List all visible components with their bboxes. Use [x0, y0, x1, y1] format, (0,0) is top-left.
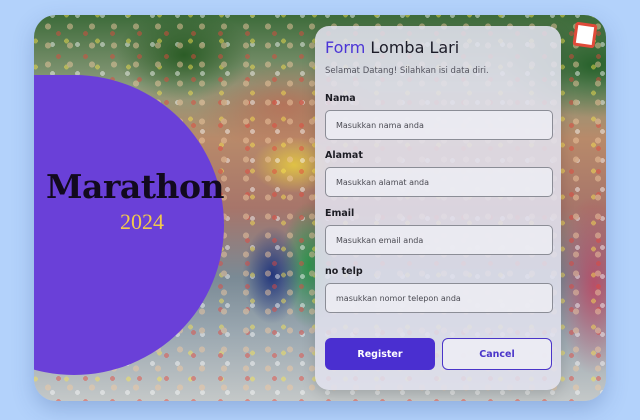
- register-button[interactable]: Register: [325, 338, 435, 370]
- brand-year: 2024: [120, 209, 164, 234]
- marathon-card: Marathon 2024 Form Lomba Lari Selamat Da…: [34, 15, 606, 401]
- form-title-rest: Lomba Lari: [370, 38, 460, 57]
- name-label: Nama: [325, 93, 356, 104]
- email-label: Email: [325, 208, 355, 219]
- phone-label: no telp: [325, 266, 363, 277]
- form-title: Form Lomba Lari: [325, 38, 551, 58]
- address-input[interactable]: [325, 167, 553, 197]
- phone-input[interactable]: [325, 283, 553, 313]
- address-field-group: Alamat: [325, 150, 553, 197]
- cancel-button[interactable]: Cancel: [442, 338, 552, 370]
- road-sign-icon: [572, 21, 598, 49]
- registration-form: Form Lomba Lari Selamat Datang! Silahkan…: [315, 26, 561, 390]
- form-title-accent: Form: [325, 38, 366, 57]
- email-field-group: Email: [325, 208, 553, 255]
- brand-title: Marathon: [46, 167, 224, 206]
- email-input[interactable]: [325, 225, 553, 255]
- form-subtitle: Selamat Datang! Silahkan isi data diri.: [325, 66, 489, 76]
- brand-block: Marathon 2024: [34, 167, 232, 235]
- address-label: Alamat: [325, 150, 363, 161]
- name-input[interactable]: [325, 110, 553, 140]
- name-field-group: Nama: [325, 93, 553, 140]
- phone-field-group: no telp: [325, 266, 553, 313]
